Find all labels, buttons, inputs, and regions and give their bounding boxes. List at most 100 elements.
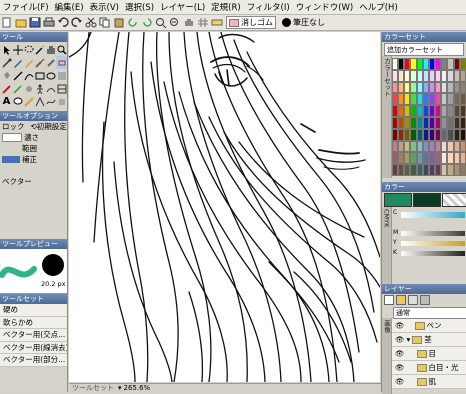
open-folder-icon[interactable] — [15, 17, 27, 28]
menu-item[interactable]: 選択(S) — [122, 1, 157, 13]
layer-row[interactable]: 👁 ▾ 茎 — [392, 333, 466, 347]
curve-tool-icon[interactable] — [23, 69, 34, 82]
transparent-swatch[interactable] — [442, 193, 466, 207]
color-swatch[interactable] — [459, 152, 466, 165]
eye-icon[interactable]: 👁 — [395, 363, 405, 372]
toolset-item[interactable]: ベクター用(交点... — [0, 329, 67, 342]
menu-item[interactable]: 表示(V) — [87, 1, 122, 13]
lasso-icon[interactable] — [23, 43, 34, 56]
c-bar[interactable] — [401, 212, 465, 218]
correction-row[interactable]: 補正 — [0, 154, 67, 164]
color-swatch[interactable] — [459, 128, 466, 141]
eraser-mode-dropdown[interactable]: 消しゴム — [226, 16, 276, 29]
menu-item[interactable]: ファイル(F) — [0, 1, 52, 13]
rect-tool-icon[interactable] — [34, 69, 45, 82]
expand-icon[interactable]: ▾ — [407, 335, 411, 344]
toolset-item[interactable]: 軟らかめ — [0, 316, 67, 329]
line-tool-icon[interactable] — [12, 69, 23, 82]
density-row[interactable]: 濃さ — [0, 132, 67, 143]
balloon-icon[interactable] — [12, 95, 23, 108]
color-swatch[interactable] — [459, 81, 466, 94]
hand-tool-icon[interactable] — [45, 43, 56, 56]
color-swatch[interactable] — [459, 117, 466, 129]
blend-icon[interactable] — [23, 82, 34, 95]
ruler-icon[interactable] — [211, 17, 223, 28]
undo-icon[interactable] — [57, 17, 69, 28]
blend-mode-dropdown[interactable]: 通常 — [393, 307, 466, 319]
ruler-tool-icon[interactable] — [23, 95, 34, 108]
zoom-in-icon[interactable] — [155, 17, 167, 29]
grid-icon[interactable] — [197, 17, 209, 28]
new-folder-icon[interactable] — [396, 295, 406, 305]
image-side-tab[interactable]: 画像 — [382, 318, 392, 394]
new-file-icon[interactable] — [1, 17, 13, 28]
toolset-item[interactable]: 硬め — [0, 304, 67, 317]
color-swatch[interactable] — [459, 69, 466, 82]
menu-item[interactable]: 編集(E) — [52, 1, 87, 13]
zoom-level[interactable]: 265.6% — [124, 384, 151, 392]
delete-layer-icon[interactable] — [408, 295, 418, 305]
paste-icon[interactable] — [113, 17, 125, 28]
zoom-down-icon[interactable]: ▾ — [118, 384, 122, 392]
color-swatch[interactable] — [459, 58, 466, 70]
toolset-item[interactable]: ベクター用(部分... — [0, 354, 67, 367]
color-set-dropdown[interactable]: 追加カラーセット — [384, 43, 464, 56]
color-swatch[interactable] — [459, 93, 466, 106]
pen-color-icon[interactable] — [1, 82, 12, 95]
magic-wand-icon[interactable] — [34, 43, 45, 56]
range-row[interactable]: 範囲 — [0, 143, 67, 154]
zoom-out-icon[interactable] — [169, 17, 181, 28]
layer-row[interactable]: 👁 目 — [392, 347, 466, 361]
k-bar[interactable] — [401, 251, 465, 256]
eye-icon[interactable]: 👁 — [395, 349, 405, 358]
select-arrow-icon[interactable] — [1, 43, 12, 56]
eye-icon[interactable]: 👁 — [395, 377, 405, 386]
redo-icon[interactable] — [71, 17, 83, 28]
eye-icon[interactable]: 👁 — [395, 321, 405, 330]
eraser-tool-icon[interactable] — [56, 56, 67, 69]
new-layer-icon[interactable] — [384, 295, 394, 305]
perspective-icon[interactable] — [34, 95, 45, 108]
eye-icon[interactable]: 👁 — [395, 335, 405, 344]
figure-icon[interactable] — [34, 82, 45, 95]
y-bar[interactable] — [401, 241, 465, 246]
lock-row[interactable]: ロック ⟲ 初期設定 — [0, 121, 67, 132]
zoom-tool-icon[interactable] — [56, 43, 67, 56]
toolset-item[interactable]: ベクター用(線消去) — [0, 341, 67, 354]
menu-item[interactable]: レイヤー(L) — [157, 1, 208, 13]
print-icon[interactable] — [43, 17, 55, 28]
marker-icon[interactable] — [12, 82, 23, 95]
rotate-right-icon[interactable] — [141, 17, 153, 28]
reset-label[interactable]: 初期設定 — [37, 121, 67, 132]
color-swatch[interactable] — [459, 164, 466, 176]
cmyk-side-tab[interactable]: CMYK — [382, 207, 392, 291]
menu-item[interactable]: 定規(R) — [208, 1, 244, 13]
drawing-canvas[interactable] — [69, 32, 380, 382]
layer-row[interactable]: 👁 白目・光 — [392, 361, 466, 375]
copy-icon[interactable] — [99, 17, 111, 28]
sub-color-swatch[interactable] — [413, 193, 441, 207]
menu-item[interactable]: ウィンドウ(W) — [293, 1, 357, 13]
extra-tool-icon[interactable] — [56, 95, 67, 108]
layer-row[interactable]: 👁 肌 — [392, 375, 466, 389]
rotate-left-icon[interactable] — [127, 17, 139, 28]
m-bar[interactable] — [401, 231, 465, 236]
vector-icon[interactable] — [45, 82, 56, 95]
save-icon[interactable] — [29, 17, 41, 28]
correct-line-icon[interactable] — [45, 95, 56, 108]
m-slider[interactable]: M — [393, 229, 466, 239]
layer-move-icon[interactable] — [12, 43, 23, 56]
color-set-side-tab[interactable]: カラーセット — [382, 56, 392, 178]
ellipse-tool-icon[interactable] — [45, 69, 56, 82]
color-swatch[interactable] — [459, 105, 466, 117]
pencil-tool-icon[interactable] — [23, 56, 34, 69]
main-color-swatch[interactable] — [384, 193, 412, 207]
airbrush-icon[interactable] — [45, 56, 56, 69]
k-slider[interactable]: K — [393, 249, 466, 259]
text-tool-icon[interactable]: A — [1, 95, 12, 108]
pressure-dropdown[interactable]: 筆圧なし — [280, 17, 327, 28]
frame-icon[interactable] — [56, 82, 67, 95]
menu-item[interactable]: フィルタ(I) — [244, 1, 293, 13]
layer-row[interactable]: 👁 ペン — [392, 319, 466, 333]
pen-tool-icon[interactable] — [12, 56, 23, 69]
